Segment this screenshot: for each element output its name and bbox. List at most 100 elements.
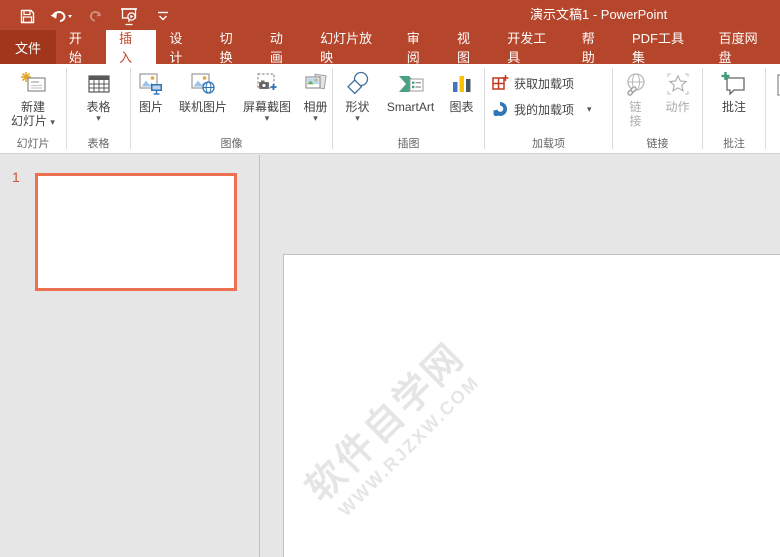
chevron-down-icon	[156, 10, 170, 22]
link-label-line1: 链	[629, 100, 642, 114]
tab-file[interactable]: 文件	[0, 30, 56, 64]
redo-button[interactable]	[82, 4, 108, 28]
get-addins-button[interactable]: 获取加载项	[485, 70, 612, 96]
photo-album-label: 相册	[303, 100, 328, 114]
save-button[interactable]	[14, 4, 40, 28]
customize-qat-button[interactable]	[150, 4, 176, 28]
window-title: 演示文稿1 - PowerPoint	[530, 7, 668, 22]
group-label-table: 表格	[87, 138, 110, 150]
group-label-slides: 幻灯片	[16, 138, 50, 150]
new-slide-button[interactable]: 新建 幻灯片 ▾	[11, 66, 55, 129]
comment-icon	[719, 68, 749, 100]
dropdown-arrow-icon: ▾	[313, 113, 318, 123]
table-icon	[86, 68, 112, 100]
tab-slideshow[interactable]: 幻灯片放映	[307, 30, 394, 65]
text-box-button[interactable]: 文	[774, 66, 780, 114]
smartart-icon	[396, 68, 426, 100]
comment-label: 批注	[721, 100, 746, 114]
group-label-images: 图像	[220, 138, 243, 150]
text-box-icon	[774, 68, 780, 100]
chart-button[interactable]: 图表	[441, 66, 483, 114]
new-slide-label-line2: 幻灯片 ▾	[11, 114, 55, 128]
new-slide-label-line1: 新建	[20, 100, 45, 114]
group-label-addins: 加载项	[532, 138, 565, 150]
screenshot-icon	[253, 68, 281, 100]
new-slide-icon	[18, 68, 48, 100]
titlebar: 演示文稿1 - PowerPoint	[0, 0, 780, 30]
ribbon-group-images: 图片 联机图片 屏幕截图 ▾ 相册 ▾ 图像	[131, 64, 332, 153]
tab-review[interactable]: 审阅	[394, 30, 444, 65]
online-pictures-button[interactable]: 联机图片	[171, 66, 235, 114]
group-label-illustrations: 插图	[397, 138, 420, 150]
tab-design[interactable]: 设计	[156, 30, 206, 65]
pictures-button[interactable]: 图片	[131, 66, 171, 114]
tab-view[interactable]: 视图	[444, 30, 494, 65]
ribbon-group-illustrations: 形状 ▾ SmartArt 图表 插图	[333, 64, 484, 153]
undo-icon	[49, 8, 73, 24]
ribbon-group-links: 链 接 动作 链接	[613, 64, 702, 153]
slide-thumbnail-1[interactable]	[35, 173, 237, 291]
slide-thumbnail-pane[interactable]: 1	[0, 155, 260, 557]
photo-album-button[interactable]: 相册 ▾	[299, 66, 332, 123]
tab-baidu-netdisk[interactable]: 百度网盘	[706, 30, 780, 65]
comment-button[interactable]: 批注	[719, 66, 749, 114]
slide-editing-area	[261, 155, 780, 557]
link-label-line2: 接	[629, 114, 642, 128]
action-button[interactable]: 动作	[656, 66, 700, 114]
photo-album-icon	[302, 68, 330, 100]
shapes-icon	[344, 68, 372, 100]
tab-home[interactable]: 开始	[56, 30, 106, 65]
link-icon	[622, 68, 650, 100]
tab-insert[interactable]: 插入	[106, 30, 157, 65]
save-icon	[19, 8, 36, 25]
get-addins-icon	[491, 74, 509, 92]
dropdown-arrow-icon: ▾	[50, 117, 55, 127]
slide-number: 1	[12, 169, 20, 185]
undo-button[interactable]	[48, 4, 74, 28]
slide-canvas[interactable]	[283, 254, 780, 557]
group-label-links: 链接	[646, 138, 669, 150]
online-pictures-label: 联机图片	[178, 100, 227, 114]
tab-pdf-tools[interactable]: PDF工具集	[619, 30, 706, 65]
group-label-comments: 批注	[723, 138, 745, 150]
link-button[interactable]: 链 接	[616, 66, 656, 128]
my-addins-icon	[491, 100, 509, 118]
table-label: 表格	[86, 100, 111, 114]
action-label: 动作	[665, 100, 690, 114]
dropdown-arrow-icon: ▾	[264, 113, 270, 123]
redo-icon	[87, 8, 103, 24]
dropdown-arrow-icon: ▾	[96, 113, 101, 123]
ribbon-group-table: 表格 ▾ 表格	[67, 64, 130, 153]
ribbon-group-comments: 批注 批注	[703, 64, 765, 153]
get-addins-label: 获取加载项	[514, 76, 575, 91]
table-button[interactable]: 表格 ▾	[86, 66, 112, 123]
ribbon: 新建 幻灯片 ▾ 幻灯片 表格 ▾ 表格 图片 联机图片 屏幕截图 ▾ 相册 ▾…	[0, 64, 780, 154]
tab-developer[interactable]: 开发工具	[494, 30, 568, 65]
smartart-button[interactable]: SmartArt	[381, 66, 441, 114]
ribbon-tab-bar: 文件 开始 插入 设计 切换 动画 幻灯片放映 审阅 视图 开发工具 帮助 PD…	[0, 30, 780, 65]
start-slideshow-button[interactable]	[116, 4, 142, 28]
dropdown-arrow-icon: ▾	[587, 103, 592, 114]
shapes-label: 形状	[345, 100, 370, 114]
screenshot-label: 屏幕截图	[242, 100, 291, 114]
chart-icon	[449, 68, 475, 100]
slideshow-icon	[119, 7, 139, 26]
group-label-text	[766, 137, 780, 153]
dropdown-arrow-icon: ▾	[355, 113, 360, 123]
tab-help[interactable]: 帮助	[569, 30, 619, 65]
ribbon-group-text-partial: 文	[766, 64, 780, 153]
pictures-icon	[137, 68, 165, 100]
shapes-button[interactable]: 形状 ▾	[335, 66, 381, 123]
smartart-label: SmartArt	[386, 100, 435, 114]
tab-animations[interactable]: 动画	[257, 30, 307, 65]
my-addins-label: 我的加载项	[514, 102, 575, 117]
ribbon-group-slides: 新建 幻灯片 ▾ 幻灯片	[0, 64, 66, 153]
action-icon	[664, 68, 692, 100]
quick-access-toolbar	[14, 3, 176, 29]
screenshot-button[interactable]: 屏幕截图 ▾	[235, 66, 299, 123]
chart-label: 图表	[449, 100, 474, 114]
powerpoint-window: 演示文稿1 - PowerPoint 文件 开始 插入 设计 切换 动画 幻灯片…	[0, 0, 780, 557]
pictures-label: 图片	[138, 100, 163, 114]
tab-transitions[interactable]: 切换	[207, 30, 257, 65]
my-addins-button[interactable]: 我的加载项 ▾	[485, 96, 612, 122]
